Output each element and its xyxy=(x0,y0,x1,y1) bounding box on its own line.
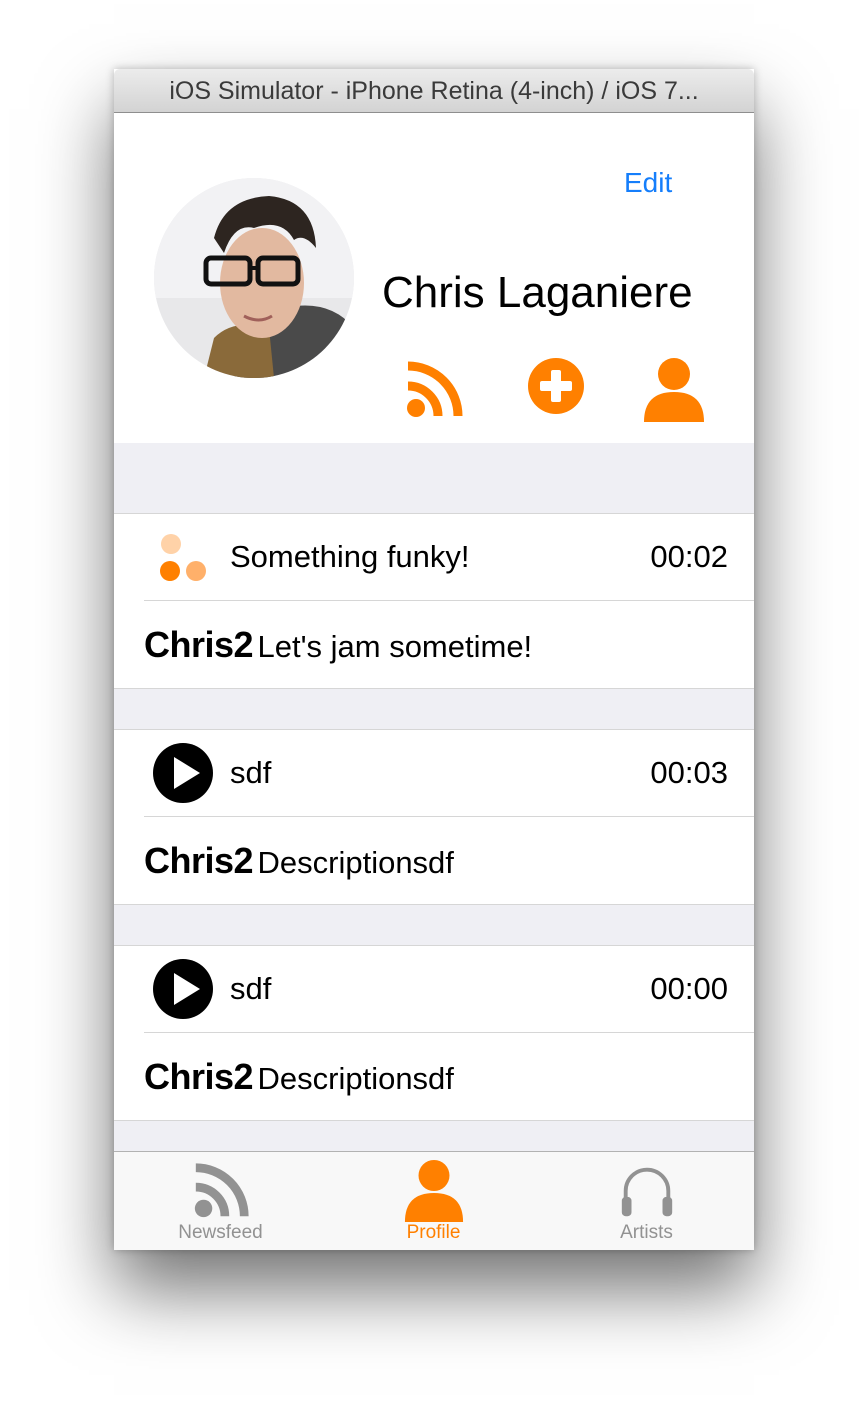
window-title: iOS Simulator - iPhone Retina (4-inch) /… xyxy=(114,69,754,113)
track-title: sdf xyxy=(230,971,272,1006)
comment-row: Chris2 Let's jam sometime! xyxy=(144,601,532,697)
author-name[interactable]: Chris2 xyxy=(144,1056,254,1097)
loading-icon xyxy=(152,526,214,588)
track-time: 00:02 xyxy=(650,539,728,574)
track-row[interactable]: sdf 00:03 xyxy=(114,730,754,817)
feed-item[interactable]: sdf 00:00 Chris2 Descriptionsdf xyxy=(114,945,754,1121)
play-icon[interactable] xyxy=(152,958,214,1020)
tab-artists[interactable]: Artists xyxy=(540,1152,753,1250)
tab-newsfeed[interactable]: Newsfeed xyxy=(114,1152,327,1250)
track-time: 00:03 xyxy=(650,755,728,790)
description: Descriptionsdf xyxy=(257,845,454,880)
description: Let's jam sometime! xyxy=(257,629,533,664)
edit-button[interactable]: Edit xyxy=(624,167,672,199)
rss-icon[interactable] xyxy=(402,358,466,422)
plus-circle-icon[interactable] xyxy=(524,358,588,422)
track-time: 00:00 xyxy=(650,971,728,1006)
profile-name: Chris Laganiere xyxy=(382,268,693,317)
tab-bar: Newsfeed Profile Artists xyxy=(114,1151,754,1250)
author-name[interactable]: Chris2 xyxy=(144,624,254,665)
tab-profile[interactable]: Profile xyxy=(327,1152,540,1250)
app-screen: Edit Chris Laganiere Something funky! 00… xyxy=(114,113,754,1250)
simulator-window: iOS Simulator - iPhone Retina (4-inch) /… xyxy=(114,69,754,1250)
track-row[interactable]: Something funky! 00:02 xyxy=(114,514,754,601)
track-title: sdf xyxy=(230,755,272,790)
feed-item[interactable]: sdf 00:03 Chris2 Descriptionsdf xyxy=(114,729,754,905)
profile-header: Edit Chris Laganiere xyxy=(114,113,754,443)
headphones-icon xyxy=(621,1167,673,1217)
tab-label: Newsfeed xyxy=(178,1222,263,1243)
rss-icon xyxy=(194,1163,249,1218)
avatar[interactable] xyxy=(154,178,354,378)
track-row[interactable]: sdf 00:00 xyxy=(114,946,754,1033)
tab-label: Artists xyxy=(620,1222,673,1243)
tab-label: Profile xyxy=(406,1222,461,1243)
comment-row: Chris2 Descriptionsdf xyxy=(144,817,454,913)
comment-row: Chris2 Descriptionsdf xyxy=(144,1033,454,1129)
author-name[interactable]: Chris2 xyxy=(144,840,254,881)
play-icon[interactable] xyxy=(152,742,214,804)
feed-item[interactable]: Something funky! 00:02 Chris2 Let's jam … xyxy=(114,513,754,689)
description: Descriptionsdf xyxy=(257,1061,454,1096)
person-icon[interactable] xyxy=(642,358,706,422)
track-title: Something funky! xyxy=(230,539,470,574)
person-icon xyxy=(404,1160,464,1222)
